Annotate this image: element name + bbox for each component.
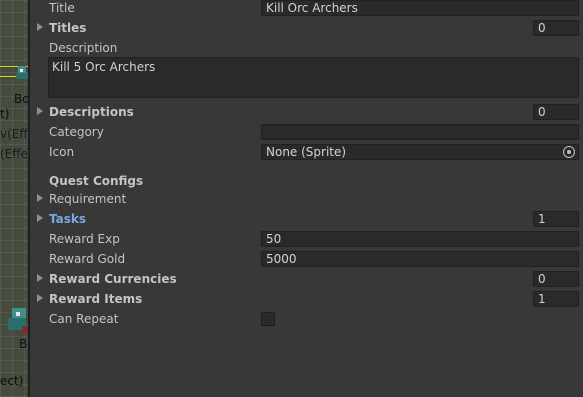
expand-arrow-icon[interactable] xyxy=(37,294,43,302)
descriptions-row[interactable]: Descriptions 0 xyxy=(30,102,583,122)
title-label: Title xyxy=(49,1,75,15)
requirement-label[interactable]: Requirement xyxy=(49,192,126,206)
expand-arrow-icon[interactable] xyxy=(37,274,43,282)
reward-gold-label: Reward Gold xyxy=(49,252,126,266)
character-sprite xyxy=(8,308,28,334)
expand-arrow-icon[interactable] xyxy=(37,214,43,222)
icon-field-value: None (Sprite) xyxy=(266,145,347,159)
scene-object-label: ect) xyxy=(0,374,24,388)
icon-row: Icon None (Sprite) xyxy=(30,142,583,162)
scene-object-label: (Effe xyxy=(0,147,28,161)
descriptions-size-field[interactable]: 0 xyxy=(533,104,579,120)
category-row: Category xyxy=(30,122,583,142)
reward-gold-field[interactable]: 5000 xyxy=(261,251,579,267)
scene-object-label: v(Effe xyxy=(0,127,30,141)
category-label: Category xyxy=(49,125,104,139)
inspector-panel: Title Kill Orc Archers Titles 0 Descript… xyxy=(30,0,583,397)
icon-label: Icon xyxy=(49,145,75,159)
reward-items-size-field[interactable]: 1 xyxy=(533,291,579,307)
title-field[interactable]: Kill Orc Archers xyxy=(261,0,579,16)
requirement-row[interactable]: Requirement xyxy=(30,189,583,209)
tasks-label[interactable]: Tasks xyxy=(49,212,86,226)
can-repeat-label: Can Repeat xyxy=(49,312,119,326)
title-row: Title Kill Orc Archers xyxy=(30,0,583,18)
reward-gold-row: Reward Gold 5000 xyxy=(30,249,583,269)
expand-arrow-icon[interactable] xyxy=(37,194,43,202)
description-row: Description xyxy=(30,38,583,58)
reward-currencies-size-field[interactable]: 0 xyxy=(533,271,579,287)
tasks-row[interactable]: Tasks 1 xyxy=(30,209,583,229)
description-textarea[interactable]: Kill 5 Orc Archers xyxy=(48,57,579,98)
reward-items-label[interactable]: Reward Items xyxy=(49,292,142,306)
tasks-size-field[interactable]: 1 xyxy=(533,211,579,227)
quest-configs-header: Quest Configs xyxy=(30,171,583,191)
object-picker-icon[interactable] xyxy=(563,146,575,158)
scene-object-label: t) xyxy=(0,107,10,121)
reward-exp-field[interactable]: 50 xyxy=(261,231,579,247)
description-label: Description xyxy=(49,41,118,55)
titles-label[interactable]: Titles xyxy=(49,21,86,35)
category-field[interactable] xyxy=(261,124,579,140)
can-repeat-row: Can Repeat xyxy=(30,309,583,329)
reward-currencies-row[interactable]: Reward Currencies 0 xyxy=(30,269,583,289)
scene-object-label: B xyxy=(19,337,28,351)
can-repeat-checkbox[interactable] xyxy=(261,312,275,326)
icon-object-field[interactable]: None (Sprite) xyxy=(261,144,579,160)
scene-view[interactable]: Bo t) v(Effe (Effe B ect) xyxy=(0,0,30,397)
reward-exp-row: Reward Exp 50 xyxy=(30,229,583,249)
quest-configs-label: Quest Configs xyxy=(49,174,144,188)
reward-items-row[interactable]: Reward Items 1 xyxy=(30,289,583,309)
reward-currencies-label[interactable]: Reward Currencies xyxy=(49,272,177,286)
expand-arrow-icon[interactable] xyxy=(37,107,43,115)
titles-size-field[interactable]: 0 xyxy=(533,20,579,36)
descriptions-label[interactable]: Descriptions xyxy=(49,105,134,119)
reward-exp-label: Reward Exp xyxy=(49,232,120,246)
expand-arrow-icon[interactable] xyxy=(37,23,43,31)
titles-row[interactable]: Titles 0 xyxy=(30,18,583,38)
